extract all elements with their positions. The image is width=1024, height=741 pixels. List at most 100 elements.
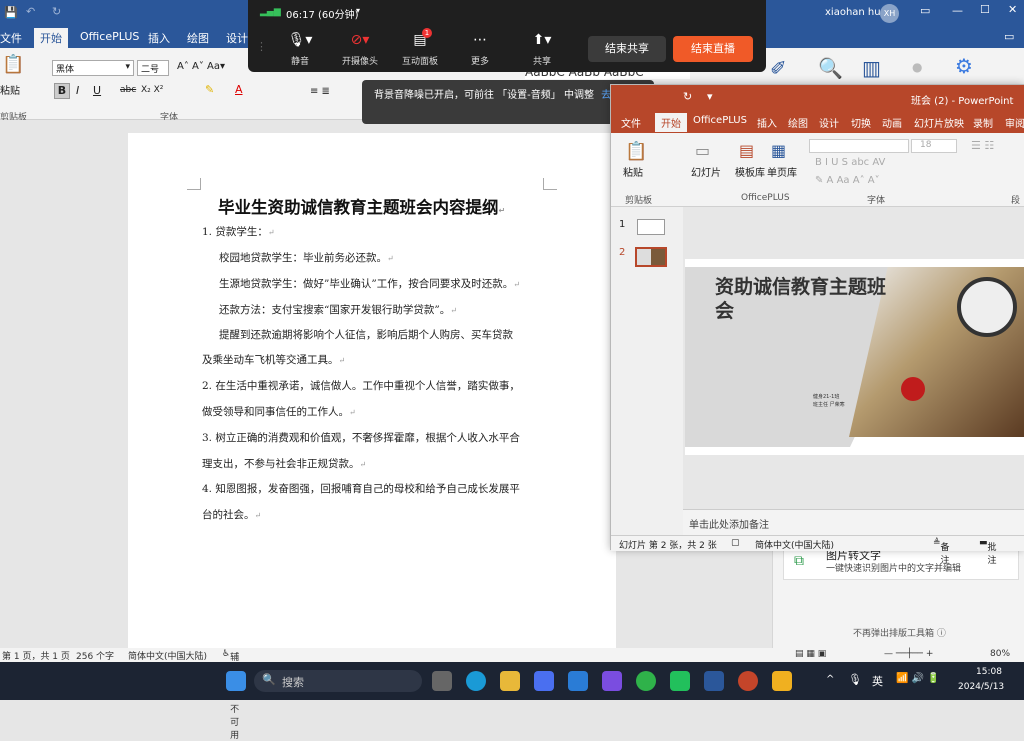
comments-toggle[interactable]: ▬ 批注 bbox=[979, 538, 997, 566]
word-icon[interactable] bbox=[704, 671, 724, 691]
explorer-icon[interactable] bbox=[500, 671, 520, 691]
draw-icon[interactable]: ✐ bbox=[770, 56, 787, 80]
avatar[interactable]: XH bbox=[880, 4, 899, 23]
language[interactable]: 简体中文(中国大陆) bbox=[755, 538, 834, 551]
align-icons[interactable]: ≡ ≣ bbox=[310, 86, 330, 97]
single-page-icon[interactable]: ▦ bbox=[771, 141, 786, 160]
mic-icon[interactable]: 🎙 bbox=[848, 673, 862, 686]
layout-icon[interactable]: ▥ bbox=[862, 56, 881, 80]
tab-home[interactable]: 开始 bbox=[34, 28, 68, 48]
tab-officeplus[interactable]: OfficePLUS bbox=[80, 30, 139, 43]
doc-line[interactable]: 1. 贷款学生：↵ bbox=[202, 224, 275, 239]
zoom-level[interactable]: 80% bbox=[990, 649, 1010, 659]
single-label[interactable]: 单页库 bbox=[767, 164, 797, 179]
task-view-icon[interactable] bbox=[432, 671, 452, 691]
tab-transition[interactable]: 切换 bbox=[851, 115, 871, 130]
edge-icon[interactable] bbox=[466, 671, 486, 691]
doc-line[interactable]: 提醒到还款逾期将影响个人征信，影响后期个人购房、买车贷款 bbox=[219, 327, 513, 342]
tab-slideshow[interactable]: 幻灯片放映 bbox=[914, 115, 964, 130]
bold-icon[interactable]: B bbox=[54, 83, 70, 99]
zoom-slider[interactable]: — ──┼── + bbox=[884, 649, 933, 659]
drag-handle[interactable]: ⋮ bbox=[256, 40, 267, 53]
font-name-select[interactable]: 黑体 ▾ bbox=[52, 60, 134, 76]
share-button[interactable]: ⬆▾ 共享 bbox=[520, 32, 564, 67]
network-icon[interactable]: 📶 🔊 🔋 bbox=[896, 673, 940, 684]
qq-icon[interactable] bbox=[636, 671, 656, 691]
chevron-down-icon[interactable]: ▾ bbox=[356, 6, 360, 15]
search-box[interactable]: 🔍 搜索 bbox=[254, 670, 422, 692]
word-count[interactable]: 256 个字 bbox=[76, 649, 114, 662]
toolbox-footer[interactable]: 不再弹出排版工具箱 ⓘ bbox=[853, 626, 946, 639]
doc-line[interactable]: 台的社会。↵ bbox=[202, 507, 261, 522]
doc-line[interactable]: 4. 知恩图报，发奋图强，回报哺育自己的母校和给予自己成长发展平 bbox=[202, 481, 520, 496]
redo-icon[interactable]: ↻ bbox=[683, 90, 692, 103]
redo-icon[interactable]: ↻ bbox=[52, 5, 61, 18]
comment-icon[interactable]: ▭ bbox=[1004, 30, 1014, 43]
slide-thumbnail-2[interactable] bbox=[635, 247, 667, 267]
tab-insert[interactable]: 插入 bbox=[757, 115, 777, 130]
end-live-button[interactable]: 结束直播 bbox=[673, 36, 753, 62]
doc-line[interactable]: 理支出，不参与社会非正规贷款。↵ bbox=[202, 456, 366, 471]
tab-animation[interactable]: 动画 bbox=[882, 115, 902, 130]
strike-icon[interactable]: abc bbox=[120, 85, 136, 95]
font-size-select[interactable]: 二号 bbox=[137, 60, 169, 76]
close-icon[interactable]: ✕ bbox=[1008, 3, 1017, 16]
doc-line[interactable]: 做受领导和同事信任的工作人。↵ bbox=[202, 404, 356, 419]
sub-super-icon[interactable]: X₂ X² bbox=[141, 85, 163, 95]
slide-title[interactable]: 资助诚信教育主题班会 bbox=[715, 275, 895, 323]
underline-icon[interactable]: U bbox=[93, 84, 101, 97]
grow-font-icon[interactable]: A˄ A˅ Aa▾ bbox=[177, 61, 225, 72]
paste-icon[interactable]: 📋 bbox=[625, 141, 647, 162]
tab-record[interactable]: 录制 bbox=[973, 115, 993, 130]
slide[interactable]: 资助诚信教育主题班会 健身21-1班 班主任 尸荣寒 bbox=[685, 259, 1024, 455]
font-color-icon[interactable]: A bbox=[235, 83, 243, 96]
doc-line[interactable]: 2. 在生活中重视承诺，诚信做人。工作中重视个人信誉，踏实做事， bbox=[202, 378, 520, 393]
notes-toggle[interactable]: ≜ 备注 bbox=[933, 538, 950, 566]
app-icon[interactable] bbox=[602, 671, 622, 691]
tab-review[interactable]: 审阅 bbox=[1005, 115, 1024, 130]
camera-button[interactable]: ⊘▾ 开摄像头 bbox=[336, 32, 384, 67]
doc-line[interactable]: 校园地贷款学生：毕业前务必还款。↵ bbox=[219, 250, 394, 265]
doc-title[interactable]: 毕业生资助诚信教育主题班会内容提纲↵ bbox=[218, 194, 505, 218]
mute-button[interactable]: 🎙▾ 静音 bbox=[278, 32, 322, 67]
font-size-select[interactable]: 18 bbox=[911, 139, 957, 153]
apps-icon[interactable]: ⚙ bbox=[955, 54, 973, 78]
tab-design[interactable]: 设计 bbox=[226, 30, 248, 46]
powerpoint-icon[interactable] bbox=[738, 671, 758, 691]
accessibility[interactable]: ♿ 辅助功能: 不可用 bbox=[222, 649, 242, 741]
template-label[interactable]: 模板库 bbox=[735, 164, 765, 179]
doc-line[interactable]: 还款方法：支付宝搜索“国家开发银行助学贷款”。↵ bbox=[219, 302, 457, 317]
find-icon[interactable]: 🔍 bbox=[818, 56, 843, 80]
minimize-icon[interactable]: — bbox=[952, 4, 963, 17]
tab-file[interactable]: 文件 bbox=[0, 30, 22, 46]
tab-officeplus[interactable]: OfficePLUS bbox=[693, 115, 747, 126]
tab-home[interactable]: 开始 bbox=[655, 113, 687, 132]
paste-label[interactable]: 粘贴 bbox=[0, 82, 20, 97]
ribbon-display-icon[interactable]: ▭ bbox=[920, 4, 930, 17]
tab-draw[interactable]: 绘图 bbox=[187, 30, 209, 46]
notes-pane[interactable]: 单击此处添加备注 bbox=[683, 509, 1024, 535]
maximize-icon[interactable]: ☐ bbox=[980, 3, 990, 16]
doc-line[interactable]: 及乘坐动车飞机等交通工具。↵ bbox=[202, 352, 345, 367]
quick-access-icon[interactable]: ▾ bbox=[707, 90, 713, 103]
tab-design[interactable]: 设计 bbox=[819, 115, 839, 130]
tray-chevron-icon[interactable]: ^ bbox=[826, 674, 834, 685]
view-icons[interactable]: ▤ ▦ ▣ bbox=[795, 649, 826, 659]
slide-thumbnail-1[interactable] bbox=[637, 219, 665, 235]
interact-panel-button[interactable]: ▤ 互动面板 bbox=[398, 32, 442, 67]
undo-icon[interactable]: ↶ bbox=[26, 5, 35, 18]
tab-file[interactable]: 文件 bbox=[621, 115, 641, 130]
tab-draw[interactable]: 绘图 bbox=[788, 115, 808, 130]
tencent-meeting-icon[interactable] bbox=[772, 671, 792, 691]
page-count[interactable]: 第 1 页，共 1 页 bbox=[2, 649, 70, 662]
language[interactable]: 简体中文(中国大陆) bbox=[128, 649, 207, 662]
wechat-icon[interactable] bbox=[670, 671, 690, 691]
spellcheck-icon[interactable]: ▢ bbox=[731, 538, 740, 548]
notes-placeholder[interactable]: 单击此处添加备注 bbox=[689, 516, 769, 531]
image-to-text-card[interactable]: ⧉ 图片转文字 一键快速识别图片中的文字并编辑 bbox=[783, 549, 1019, 580]
template-icon[interactable]: ▤ bbox=[739, 141, 754, 160]
italic-icon[interactable]: I bbox=[76, 84, 79, 97]
ime-indicator[interactable]: 英 bbox=[872, 673, 883, 689]
tab-insert[interactable]: 插入 bbox=[148, 30, 170, 46]
new-slide-icon[interactable]: ▭ bbox=[695, 141, 710, 160]
